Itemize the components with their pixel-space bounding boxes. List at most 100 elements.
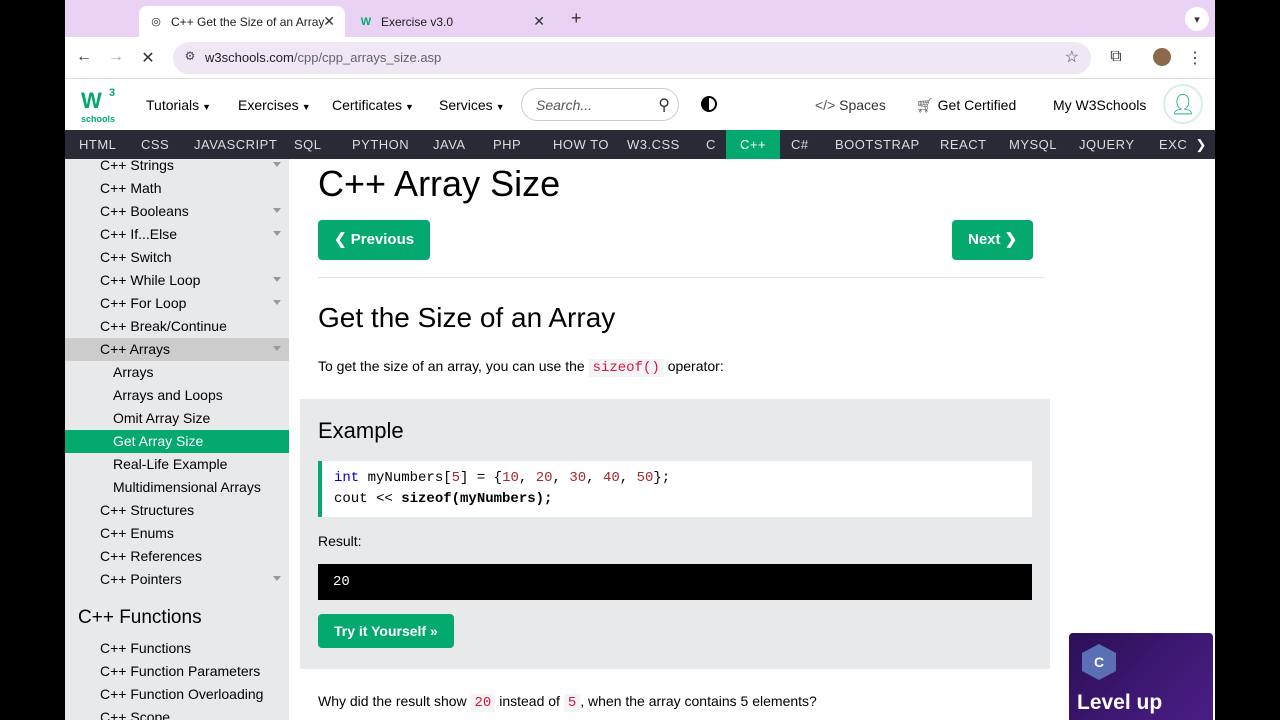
sidebar-item-label: C++ Functions [100,640,192,656]
inline-code: sizeof() [588,359,664,377]
topnav-bootstrap[interactable]: BOOTSTRAP [821,130,934,159]
expand-caret-icon[interactable] [273,277,281,282]
menu-kebab-icon[interactable]: ⋮ [1185,48,1205,68]
sidebar-item[interactable]: C++ Pointers [65,568,289,591]
sidebar-item[interactable]: C++ Functions [65,637,289,660]
topnav-ccpp[interactable]: C++ [726,130,781,159]
topnav-jquery[interactable]: JQUERY [1065,130,1149,159]
sidebar-item[interactable]: Arrays and Loops [65,384,289,407]
result-label: Result: [318,533,362,549]
ad-text: Level up [1077,691,1163,714]
scroll-right-chevron-icon[interactable]: ❯ [1187,130,1215,159]
caret-down-icon: ▼ [405,102,414,112]
user-avatar-icon[interactable]: 👤︎ [1163,84,1203,124]
expand-caret-icon[interactable] [273,162,281,167]
topnav-how-to[interactable]: HOW TO [539,130,623,159]
back-arrow-icon[interactable]: ← [74,48,94,66]
explanation-paragraph: Why did the result show 20 instead of 5,… [318,693,817,712]
sidebar-item[interactable]: C++ Scope [65,706,289,720]
sidebar-item[interactable]: C++ Enums [65,522,289,545]
topnav-c[interactable]: C [692,130,730,159]
sidebar-item[interactable]: C++ Math [65,177,289,200]
search-input[interactable]: Search... ⚲ [521,88,679,121]
result-output: 20 [318,564,1032,600]
contrast-toggle-icon[interactable] [701,96,717,112]
next-button[interactable]: Next ❯ [952,220,1034,260]
stop-loading-icon[interactable]: ✕ [138,48,158,68]
expand-caret-icon[interactable] [273,231,281,236]
tab-title: C++ Get the Size of an Array [171,14,325,29]
sidebar-item[interactable]: C++ For Loop [65,292,289,315]
topnav-ccsharp[interactable]: C# [777,130,823,159]
topnav-w3-css[interactable]: W3.CSS [613,130,694,159]
tab-cpp-array-size[interactable]: ◎ C++ Get the Size of an Array ✕ [139,6,345,37]
topnav-html[interactable]: HTML [65,130,130,159]
close-tab-icon[interactable]: ✕ [533,13,545,30]
sidebar-item-label: C++ Break/Continue [100,318,227,334]
topnav-mysql[interactable]: MYSQL [995,130,1071,159]
sidebar-item[interactable]: Real-Life Example [65,453,289,476]
sidebar-item-label: Get Array Size [113,433,204,449]
topnav-sql[interactable]: SQL [280,130,336,159]
page-title: C++ Array Size [318,163,561,204]
previous-button[interactable]: ❮ Previous [318,220,431,260]
sidebar-item[interactable]: C++ References [65,545,289,568]
sidebar-item[interactable]: C++ Function Overloading [65,683,289,706]
sidebar-item-label: C++ Strings [100,159,174,173]
topnav-css[interactable]: CSS [127,130,183,159]
topnav-react[interactable]: REACT [926,130,1001,159]
sidebar-item-label: Real-Life Example [113,456,228,472]
sidebar-item[interactable]: Get Array Size [65,430,289,453]
tab-exercise[interactable]: W Exercise v3.0 ✕ [349,6,555,37]
caret-down-icon: ▼ [202,102,212,112]
expand-caret-icon[interactable] [273,208,281,213]
profile-avatar-icon[interactable] [1153,48,1171,66]
expand-caret-icon[interactable] [273,300,281,305]
bookmark-star-icon[interactable]: ☆ [1065,47,1079,67]
spaces-link[interactable]: </> Spaces [815,97,886,113]
sidebar-item[interactable]: C++ Arrays [65,338,289,361]
try-it-yourself-button[interactable]: Try it Yourself » [318,614,454,648]
sidebar-item-label: C++ Scope [100,709,171,720]
url-text[interactable]: w3schools.com/cpp/cpp_arrays_size.asp [205,50,441,65]
close-tab-icon[interactable]: ✕ [323,13,335,30]
search-icon[interactable]: ⚲ [658,95,670,115]
sidebar-item[interactable]: C++ Booleans [65,200,289,223]
sidebar-item-label: C++ Structures [100,502,195,518]
forward-arrow-icon[interactable]: → [106,48,126,66]
topnav-javascript[interactable]: JAVASCRIPT [180,130,291,159]
sidebar-item[interactable]: Omit Array Size [65,407,289,430]
address-bar[interactable]: ⚙ w3schools.com/cpp/cpp_arrays_size.asp … [173,42,1091,74]
expand-caret-icon[interactable] [273,346,281,351]
w3schools-logo[interactable]: W 3 schools [79,86,119,126]
site-info-icon[interactable]: ⚙ [181,49,199,67]
get-certified-link[interactable]: 🛒︎ Get Certified [916,97,1016,114]
sidebar-item[interactable]: Arrays [65,361,289,384]
sidebar-item[interactable]: C++ While Loop [65,269,289,292]
extensions-icon[interactable]: ⧉ [1106,48,1126,66]
topnav-java[interactable]: JAVA [419,130,480,159]
sidebar-item[interactable]: C++ Switch [65,246,289,269]
topnav-python[interactable]: PYTHON [338,130,423,159]
sidebar-item[interactable]: C++ Structures [65,499,289,522]
code-icon: </> [815,97,836,113]
example-box: Example int myNumbers[5] = {10, 20, 30, … [300,399,1050,669]
sidebar-item[interactable]: C++ If...Else [65,223,289,246]
tab-search-chevron-icon[interactable]: ▾ [1185,7,1209,31]
sidebar-item[interactable]: C++ Break/Continue [65,315,289,338]
sidebar-item[interactable]: C++ Function Parameters [65,660,289,683]
nav-exercises[interactable]: Exercises ▼ [238,97,311,113]
code-block[interactable]: int myNumbers[5] = {10, 20, 30, 40, 50};… [318,461,1032,517]
nav-tutorials[interactable]: Tutorials ▼ [146,97,211,113]
sidebar-item[interactable]: Multidimensional Arrays [65,476,289,499]
my-w3schools-link[interactable]: My W3Schools [1053,97,1146,113]
level-up-ad[interactable]: C Level up [1069,633,1213,720]
sidebar-item-label: C++ Function Overloading [100,686,264,702]
expand-caret-icon[interactable] [273,576,281,581]
new-tab-button[interactable]: + [571,8,582,29]
nav-certificates[interactable]: Certificates ▼ [332,97,414,113]
sidebar-item[interactable]: C++ Strings [65,159,289,177]
nav-services[interactable]: Services ▼ [439,97,505,113]
sidebar-item-label: C++ If...Else [100,226,178,242]
topnav-php[interactable]: PHP [479,130,535,159]
